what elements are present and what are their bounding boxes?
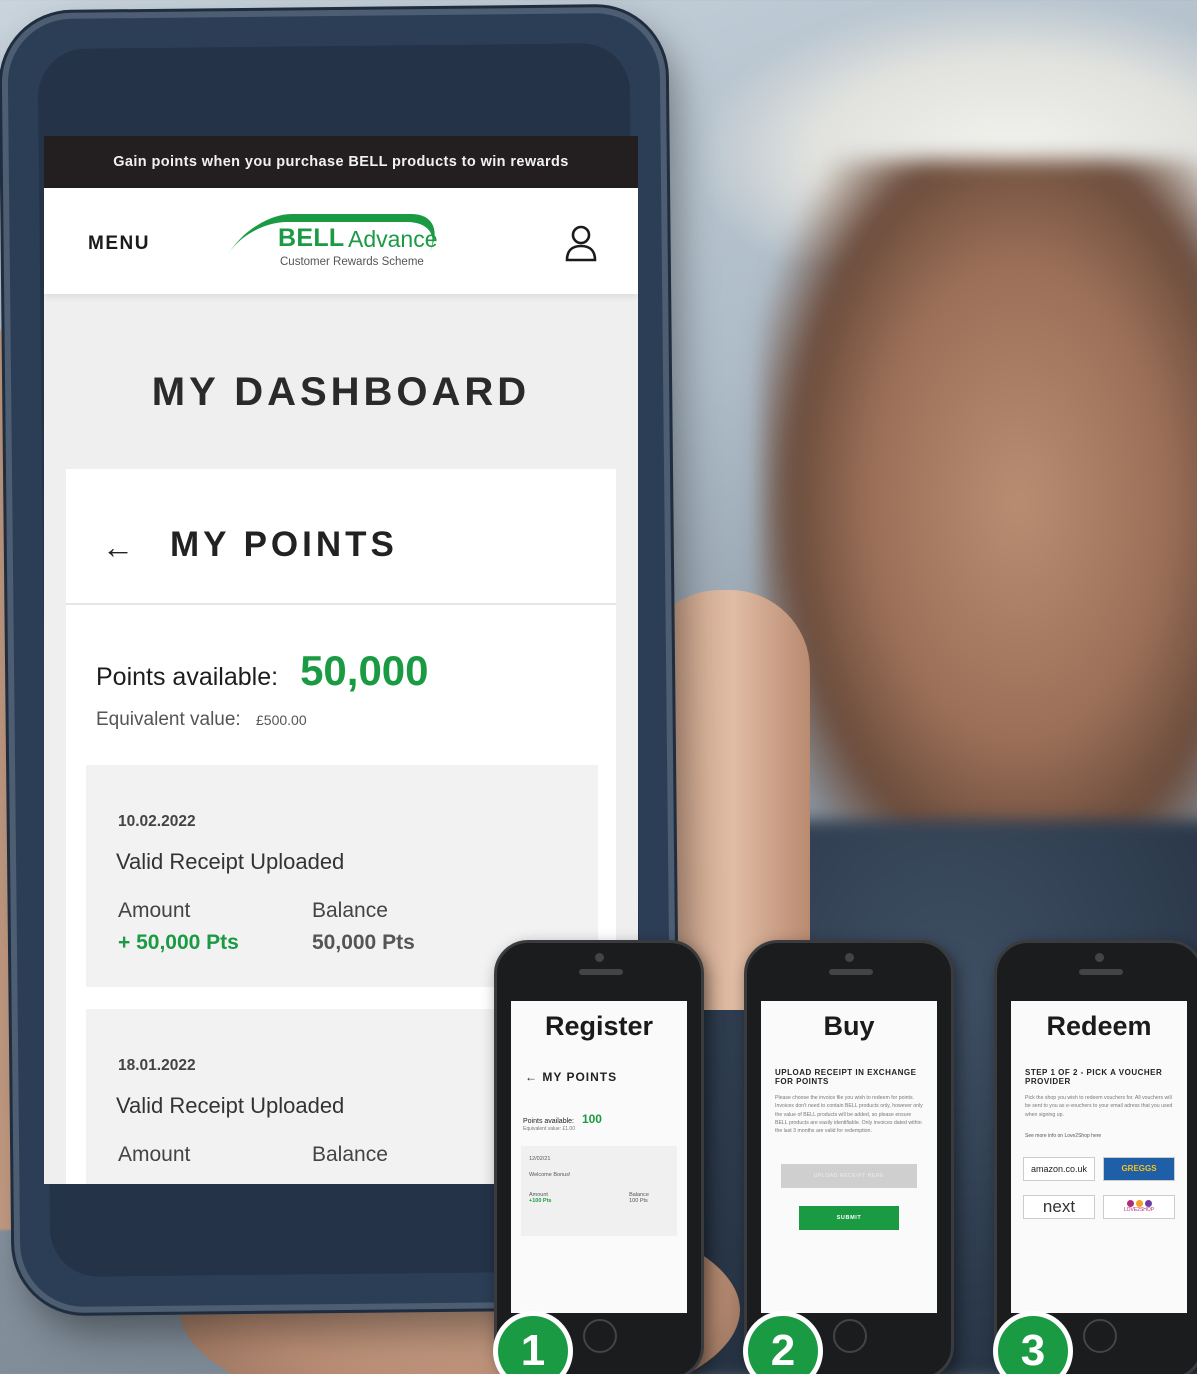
speaker-grille (579, 969, 623, 975)
camera-icon (845, 953, 854, 962)
step-phone-register: Register ← MY POINTS Points available: 1… (493, 940, 704, 1374)
equivalent-value-row: Equivalent value: £500.00 (96, 709, 307, 731)
camera-icon (1095, 953, 1104, 962)
points-available-label: Points available: (96, 663, 279, 691)
points-available-row: Points available: 50,000 (96, 647, 429, 695)
home-button (833, 1319, 867, 1353)
bell-advance-logo[interactable]: BELL Advance Customer Rewards Scheme (228, 212, 452, 276)
amount-label: Amount (118, 1143, 191, 1166)
logo-bell-text: BELL (278, 224, 345, 252)
points-available-value: 50,000 (300, 647, 429, 694)
love2shop-logo-icon (1126, 1200, 1152, 1208)
provider-next[interactable]: next (1023, 1194, 1095, 1219)
upload-receipt-button[interactable]: UPLOAD RECEIPT HERE (781, 1163, 917, 1188)
voucher-provider-grid: amazon.co.uk GREGGS next LOVE2SHOP (1011, 1139, 1187, 1219)
transaction-date: 18.01.2022 (118, 1057, 196, 1074)
equivalent-value: Equivalent value: £1.00 (523, 1126, 575, 1132)
provider-love2shop[interactable]: LOVE2SHOP (1103, 1194, 1175, 1219)
page-title: MY DASHBOARD (151, 370, 531, 414)
transaction-amount: Amount + 50,000 Pts (118, 899, 239, 955)
equivalent-value: £500.00 (256, 712, 307, 728)
balance-label: Balance (312, 1143, 388, 1166)
camera-icon (595, 953, 604, 962)
step-subtitle: UPLOAD RECEIPT IN EXCHANGE FOR POINTS (775, 1068, 917, 1086)
submit-button[interactable]: SUBMIT (799, 1205, 899, 1230)
logo-subtitle: Customer Rewards Scheme (280, 256, 424, 268)
transaction-item: 12/02/21 Welcome Bonus! Amount +100 Pts … (521, 1146, 677, 1236)
balance-label: Balance (312, 899, 388, 922)
step-title: Register (544, 1011, 654, 1041)
transaction-balance: Balance (312, 1143, 388, 1167)
transaction-amount: Amount (118, 1143, 190, 1167)
step-number-badge: 3 (993, 1311, 1073, 1374)
transaction-description: Valid Receipt Uploaded (116, 1093, 345, 1118)
user-icon[interactable] (564, 224, 598, 262)
transaction-description: Valid Receipt Uploaded (116, 849, 345, 874)
step-title: Redeem (1046, 1011, 1152, 1041)
provider-greggs[interactable]: GREGGS (1103, 1156, 1175, 1181)
step-phone-redeem: Redeem STEP 1 OF 2 - PICK A VOUCHER PROV… (993, 940, 1197, 1374)
app-header: MENU BELL Advance Customer Rewards Schem… (44, 188, 638, 294)
amount-value: + 50,000 Pts (118, 931, 239, 954)
speaker-grille (1079, 969, 1123, 975)
amount-value: +100 Pts (529, 1198, 552, 1204)
step-body-text: Pick the shop you wish to redeem voucher… (1025, 1095, 1173, 1118)
transaction-balance: Balance 50,000 Pts (312, 899, 415, 955)
step-title: Buy (823, 1011, 875, 1041)
step-number-badge: 2 (743, 1311, 823, 1374)
promo-banner: Gain points when you purchase BELL produ… (44, 136, 638, 188)
step-subtitle: STEP 1 OF 2 - PICK A VOUCHER PROVIDER (1025, 1068, 1163, 1086)
provider-amazon[interactable]: amazon.co.uk (1023, 1156, 1095, 1181)
transaction-description: Welcome Bonus! (529, 1172, 571, 1178)
balance-value: 100 Pts (629, 1198, 648, 1204)
transaction-date: 12/02/21 (529, 1156, 551, 1162)
amount-label: Amount (118, 899, 191, 922)
redeem-screen: Redeem STEP 1 OF 2 - PICK A VOUCHER PROV… (1011, 1001, 1187, 1313)
step-number-badge: 1 (493, 1311, 573, 1374)
points-available-label: Points available: (523, 1118, 574, 1125)
transaction-values: Amount +100 Pts Balance 100 Pts (529, 1192, 669, 1204)
buy-screen: Buy UPLOAD RECEIPT IN EXCHANGE FOR POINT… (761, 1001, 937, 1313)
balance-value: 50,000 Pts (312, 931, 415, 954)
step-phone-buy: Buy UPLOAD RECEIPT IN EXCHANGE FOR POINT… (743, 940, 954, 1374)
arrow-left-icon[interactable]: ← (102, 529, 134, 566)
step-body-text: Please choose the invoice file you wish … (775, 1095, 923, 1135)
transaction-date: 10.02.2022 (118, 813, 196, 830)
register-screen: Register ← MY POINTS Points available: 1… (511, 1001, 687, 1313)
points-card-header: ← MY POINTS (66, 469, 616, 605)
home-button (1083, 1319, 1117, 1353)
points-card-title: MY POINTS (170, 525, 398, 564)
speaker-grille (829, 969, 873, 975)
points-available-value: 100 (581, 1112, 602, 1126)
equivalent-value-label: Equivalent value: (96, 709, 241, 730)
logo-advance-text: Advance (348, 226, 438, 252)
home-button (583, 1319, 617, 1353)
love2shop-label: LOVE2SHOP (1123, 1207, 1155, 1214)
background-person (760, 160, 1197, 920)
my-points-back-link[interactable]: ← MY POINTS (511, 1070, 687, 1084)
menu-button[interactable]: MENU (88, 233, 150, 255)
points-available-row: Points available: 100 (511, 1112, 687, 1126)
